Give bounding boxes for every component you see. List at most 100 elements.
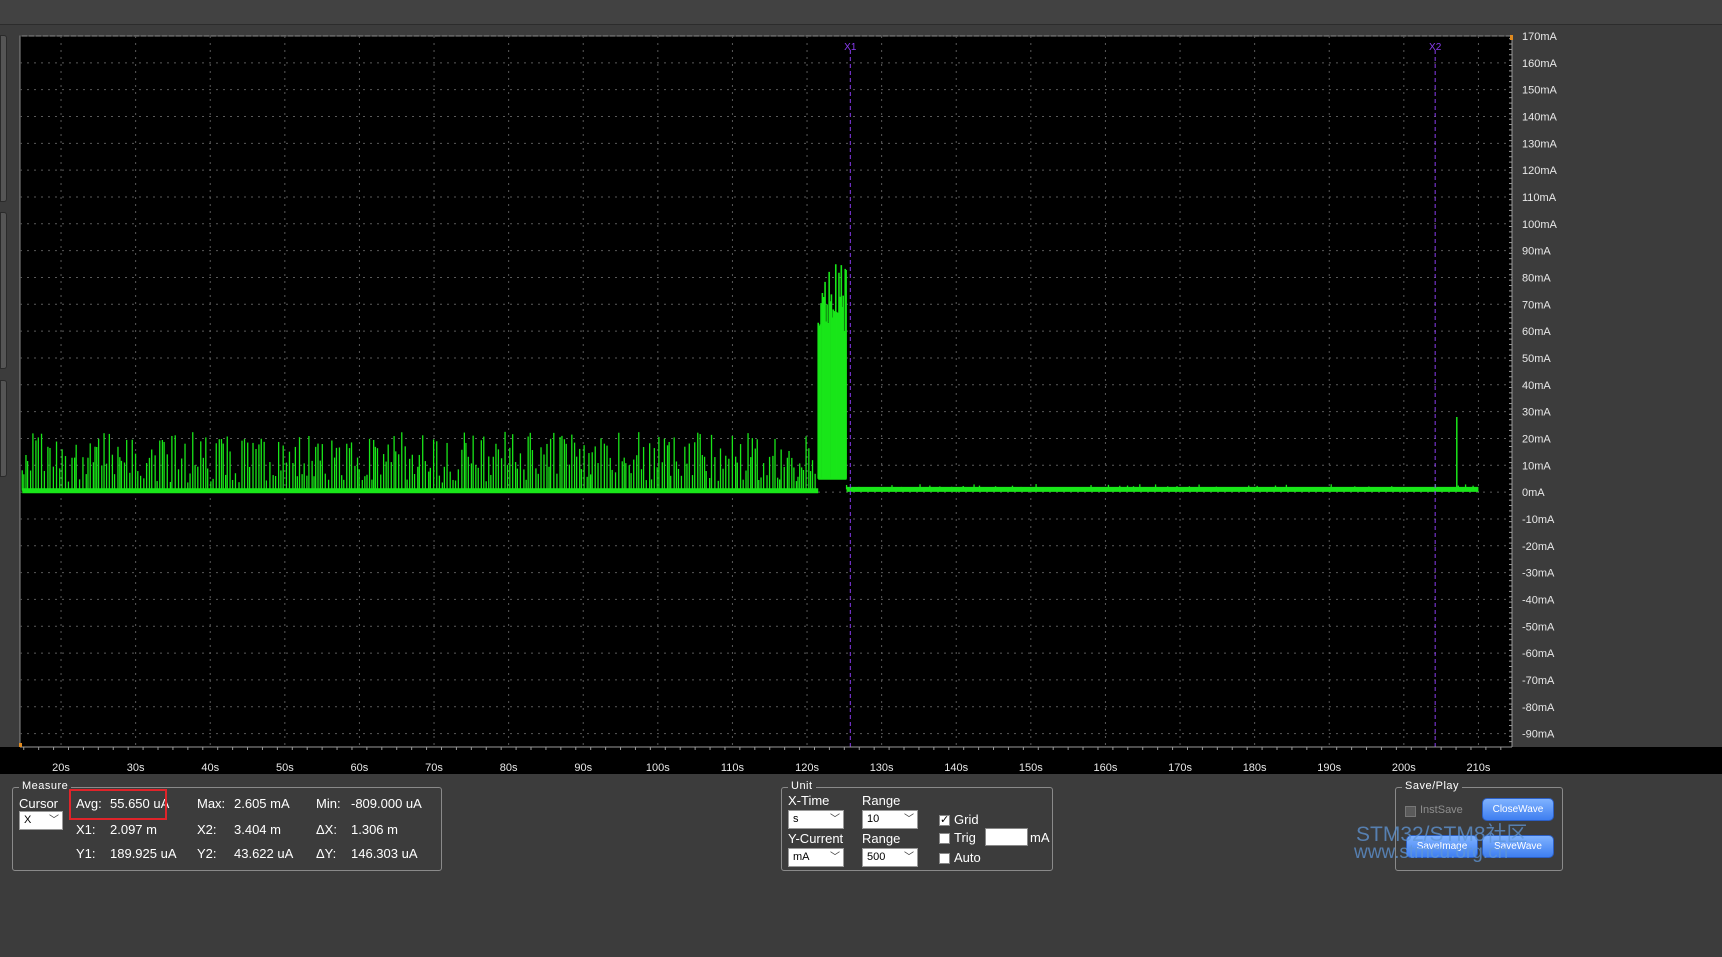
grid-checkbox[interactable]: ✓ <box>939 815 950 826</box>
y-tick-label: 170mA <box>1522 31 1558 43</box>
cursor-label: X1 <box>844 42 857 53</box>
y-tick-label: -40mA <box>1522 594 1555 606</box>
x-tick-label: 120s <box>795 762 819 774</box>
trig-checkbox-label: Trig <box>954 830 976 845</box>
cursor-select[interactable]: X ﹀ <box>19 811 63 830</box>
x-tick-label: 30s <box>127 762 145 774</box>
save-play-panel-title: Save/Play <box>1402 780 1463 792</box>
x2-value: 3.404 m <box>234 822 281 837</box>
y-tick-label: 130mA <box>1522 138 1558 150</box>
min-label: Min: <box>316 796 341 811</box>
y-tick-label: 110mA <box>1522 192 1557 204</box>
x-range-select-value: 10 <box>867 813 880 825</box>
chevron-down-icon: ﹀ <box>904 814 914 825</box>
y-tick-label: 140mA <box>1522 111 1558 123</box>
x1-value: 2.097 m <box>110 822 157 837</box>
delta-y-label: ΔY: <box>316 846 337 861</box>
x-tick-label: 190s <box>1317 762 1341 774</box>
y-range-select[interactable]: 500 ﹀ <box>862 848 918 867</box>
instsave-label: InstSave <box>1420 804 1463 816</box>
x2-label: X2: <box>197 822 217 837</box>
x-tick-label: 160s <box>1094 762 1118 774</box>
avg-highlight-box <box>69 789 167 820</box>
y-tick-label: -90mA <box>1522 729 1555 741</box>
y-tick-label: -70mA <box>1522 675 1555 687</box>
x-tick-label: 70s <box>425 762 443 774</box>
y-tick-label: -10mA <box>1522 514 1555 526</box>
y-tick-label: 70mA <box>1522 299 1551 311</box>
y2-value: 43.622 uA <box>234 846 294 861</box>
x-tick-label: 200s <box>1392 762 1416 774</box>
delta-x-value: 1.306 m <box>351 822 398 837</box>
delta-y-value: 146.303 uA <box>351 846 418 861</box>
auto-checkbox-label: Auto <box>954 850 981 865</box>
plot-background <box>20 36 1512 747</box>
y-tick-label: 50mA <box>1522 353 1551 365</box>
max-value: 2.605 mA <box>234 796 290 811</box>
y-current-label: Y-Current <box>788 831 844 846</box>
y-range-select-value: 500 <box>867 851 886 863</box>
x-range-label: Range <box>862 793 901 808</box>
x-tick-label: 150s <box>1019 762 1043 774</box>
chevron-down-icon: ﹀ <box>830 814 840 825</box>
y-tick-label: 90mA <box>1522 246 1551 258</box>
x-tick-label: 80s <box>500 762 518 774</box>
trig-unit-label: mA <box>1030 830 1050 845</box>
x-tick-label: 110s <box>721 762 745 774</box>
chevron-down-icon: ﹀ <box>49 815 59 826</box>
x-tick-label: 210s <box>1467 762 1491 774</box>
auto-checkbox[interactable] <box>939 853 950 864</box>
x-tick-label: 60s <box>351 762 369 774</box>
x-range-select[interactable]: 10 ﹀ <box>862 810 918 829</box>
trig-level-input[interactable] <box>985 828 1028 846</box>
cursor-select-value: X <box>24 814 32 826</box>
x-tick-label: 50s <box>276 762 294 774</box>
check-icon: ✓ <box>940 814 950 826</box>
y-tick-label: 30mA <box>1522 407 1551 419</box>
y-tick-label: 20mA <box>1522 433 1551 445</box>
y-current-select[interactable]: mA ﹀ <box>788 848 844 867</box>
y-tick-label: 150mA <box>1522 85 1558 97</box>
watermark-url: www.stmcu.org.cn <box>1354 842 1509 863</box>
y-tick-label: 40mA <box>1522 380 1551 392</box>
instsave-checkbox[interactable] <box>1405 806 1416 817</box>
y-tick-label: 80mA <box>1522 272 1551 284</box>
cursor-label: Cursor <box>19 796 59 811</box>
trig-checkbox[interactable] <box>939 833 950 844</box>
measure-panel-title: Measure <box>19 780 72 792</box>
y-tick-label: -80mA <box>1522 702 1555 714</box>
y-tick-label: -20mA <box>1522 541 1555 553</box>
x-time-select[interactable]: s ﹀ <box>788 810 844 829</box>
chevron-down-icon: ﹀ <box>830 852 840 863</box>
unit-panel: Unit X-Time s ﹀ Range 10 ﹀ Y-Current mA … <box>781 780 1053 871</box>
x-time-label: X-Time <box>788 793 830 808</box>
y-tick-label: -50mA <box>1522 621 1555 633</box>
y-range-label: Range <box>862 831 901 846</box>
max-label: Max: <box>197 796 226 811</box>
x-tick-label: 170s <box>1168 762 1192 774</box>
grid-checkbox-label: Grid <box>954 812 979 827</box>
chevron-down-icon: ﹀ <box>904 852 914 863</box>
unit-panel-title: Unit <box>788 780 816 792</box>
x-axis-band <box>0 747 1722 774</box>
cursor-label: X2 <box>1429 42 1442 53</box>
y-tick-label: -30mA <box>1522 568 1555 580</box>
y2-label: Y2: <box>197 846 217 861</box>
y-tick-label: 60mA <box>1522 326 1551 338</box>
x-tick-label: 100s <box>646 762 670 774</box>
y-tick-label: -60mA <box>1522 648 1555 660</box>
x-tick-label: 90s <box>574 762 592 774</box>
x-tick-label: 130s <box>870 762 894 774</box>
y-tick-label: 0mA <box>1522 487 1545 499</box>
delta-x-label: ΔX: <box>316 822 337 837</box>
x-axis-start-marker <box>19 743 22 747</box>
y-axis-top-marker <box>1510 35 1513 40</box>
min-value: -809.000 uA <box>351 796 422 811</box>
y-tick-label: 160mA <box>1522 58 1558 70</box>
y1-value: 189.925 uA <box>110 846 177 861</box>
y-tick-label: 120mA <box>1522 165 1558 177</box>
waveform-plot[interactable]: X1 X2 170mA 160mA 150mA 140mA 130mA 120mA 110mA… <box>0 0 1722 860</box>
x-tick-label: 180s <box>1243 762 1267 774</box>
y-tick-label: 10mA <box>1522 460 1551 472</box>
y1-label: Y1: <box>76 846 96 861</box>
